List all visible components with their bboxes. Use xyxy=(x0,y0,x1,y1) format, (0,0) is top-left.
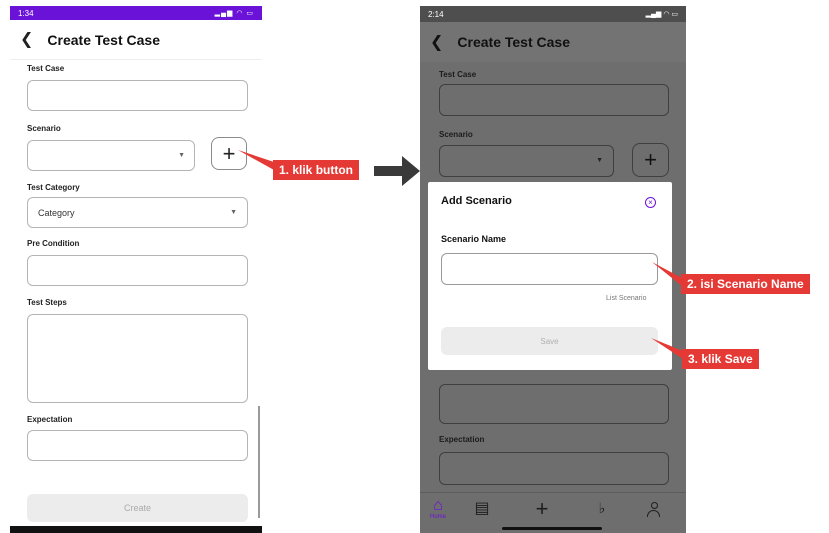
status-icons: ▂▄▆ ◠ ▭ xyxy=(214,10,254,17)
plus-icon[interactable]: + xyxy=(532,498,552,520)
nav-home-label: Home xyxy=(429,514,446,520)
status-time: 1:34 xyxy=(18,8,34,18)
test-steps-textarea[interactable] xyxy=(439,384,669,424)
scenario-name-label: Scenario Name xyxy=(441,234,507,244)
close-icon[interactable]: × xyxy=(645,197,656,208)
test-steps-label: Test Steps xyxy=(27,298,67,307)
system-nav-bar xyxy=(10,526,262,533)
test-case-input[interactable] xyxy=(439,84,669,116)
pre-condition-input[interactable] xyxy=(27,255,248,286)
app-bar: ❮ Create Test Case xyxy=(420,22,686,62)
scenario-label: Scenario xyxy=(27,124,61,133)
page-title: Create Test Case xyxy=(457,34,570,50)
dialog-title: Add Scenario xyxy=(441,195,512,207)
home-icon: ⌂ xyxy=(433,497,443,514)
plus-icon: + xyxy=(222,140,236,166)
back-icon[interactable]: ❮ xyxy=(20,31,33,48)
bell-icon[interactable]: ♭ xyxy=(592,501,612,515)
back-icon[interactable]: ❮ xyxy=(430,32,443,52)
scrollbar[interactable] xyxy=(258,406,260,518)
test-case-input[interactable] xyxy=(27,80,248,111)
status-icons: ▂▄▆ ◠ ▭ xyxy=(645,11,678,18)
scenario-label: Scenario xyxy=(439,130,473,139)
list-scenario-link[interactable]: List Scenario xyxy=(606,295,646,302)
bottom-nav: ⌂ Home ▤ + ♭ xyxy=(420,492,686,533)
pre-condition-label: Pre Condition xyxy=(27,239,80,248)
left-phone-screen: 1:34 ▂▄▆ ◠ ▭ ❮ Create Test Case Test Cas… xyxy=(10,6,262,533)
nav-home[interactable]: ⌂ Home xyxy=(428,497,448,521)
right-phone-screen: 2:14 ▂▄▆ ◠ ▭ ❮ Create Test Case Test Cas… xyxy=(420,6,686,533)
scenario-select[interactable]: ▼ xyxy=(439,145,614,177)
chevron-down-icon: ▼ xyxy=(596,157,603,164)
home-indicator xyxy=(502,527,602,530)
status-time: 2:14 xyxy=(428,9,444,19)
category-value: Category xyxy=(38,208,75,218)
scenario-select[interactable]: ▼ xyxy=(27,140,195,171)
callout-step-2: 2. isi Scenario Name xyxy=(681,274,810,294)
callout-pointer-3 xyxy=(651,338,683,359)
callout-pointer-2 xyxy=(652,262,682,286)
status-bar: 1:34 ▂▄▆ ◠ ▭ xyxy=(10,6,262,20)
expectation-label: Expectation xyxy=(27,415,73,424)
test-case-label: Test Case xyxy=(27,64,65,73)
callout-step-3: 3. klik Save xyxy=(682,349,759,369)
expectation-input[interactable] xyxy=(27,430,248,461)
scenario-name-input[interactable] xyxy=(441,253,658,285)
callout-step-1: 1. klik button xyxy=(273,160,360,180)
report-icon[interactable]: ▤ xyxy=(472,501,492,517)
expectation-input[interactable] xyxy=(439,452,669,485)
test-steps-textarea[interactable] xyxy=(27,314,248,403)
page-title: Create Test Case xyxy=(47,31,160,48)
save-button[interactable]: Save xyxy=(441,327,658,355)
test-category-select[interactable]: Category ▼ xyxy=(27,197,248,228)
chevron-down-icon: ▼ xyxy=(178,152,185,159)
add-scenario-button[interactable]: + xyxy=(632,143,669,177)
callout-pointer-1 xyxy=(238,150,274,170)
plus-icon: + xyxy=(644,147,657,172)
expectation-label: Expectation xyxy=(439,435,485,444)
status-bar: 2:14 ▂▄▆ ◠ ▭ xyxy=(420,6,686,22)
create-button[interactable]: Create xyxy=(27,494,248,522)
user-icon[interactable] xyxy=(647,502,661,517)
arrow-right-icon xyxy=(374,156,420,186)
test-category-label: Test Category xyxy=(27,183,80,192)
test-case-label: Test Case xyxy=(439,70,477,79)
chevron-down-icon: ▼ xyxy=(230,209,237,216)
add-scenario-dialog: Add Scenario × Scenario Name List Scenar… xyxy=(428,182,672,370)
app-bar: ❮ Create Test Case xyxy=(10,20,262,60)
